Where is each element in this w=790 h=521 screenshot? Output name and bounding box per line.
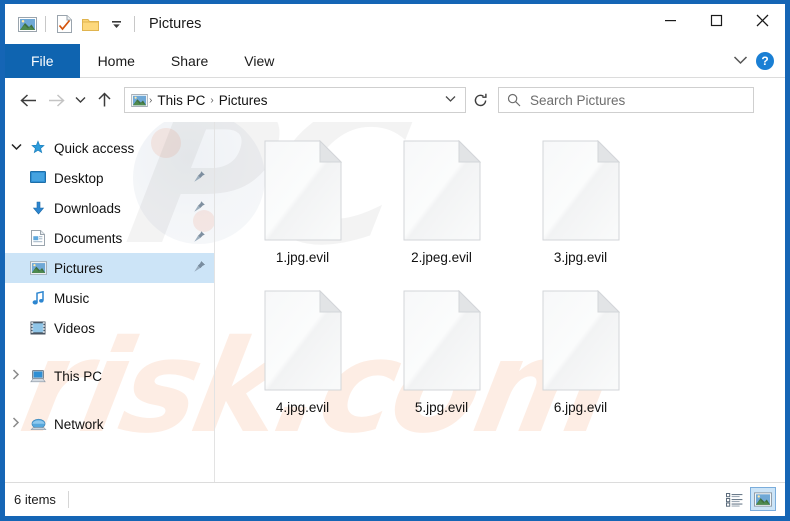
breadcrumb-dropdown-icon[interactable] xyxy=(445,95,461,106)
breadcrumb-item-this-pc[interactable]: This PC xyxy=(153,93,209,108)
minimize-button[interactable] xyxy=(647,4,693,36)
toolbar-divider xyxy=(134,16,135,32)
downloads-icon xyxy=(27,201,49,216)
blank-document-icon xyxy=(264,289,342,391)
refresh-button[interactable] xyxy=(466,87,494,113)
tab-home[interactable]: Home xyxy=(80,46,153,76)
search-placeholder: Search Pictures xyxy=(530,92,626,108)
item-count-label: 6 items xyxy=(14,491,56,507)
sidebar-item-network[interactable]: Network xyxy=(5,409,214,439)
breadcrumb[interactable]: › This PC › Pictures xyxy=(124,87,466,113)
sidebar-group-quick-access[interactable]: Quick access xyxy=(5,133,214,163)
this-pc-icon xyxy=(27,369,49,384)
sidebar-item-label: Documents xyxy=(54,230,123,246)
blank-document-icon xyxy=(403,139,481,241)
sidebar-item-pictures[interactable]: Pictures xyxy=(5,253,214,283)
chevron-right-icon[interactable] xyxy=(5,417,27,431)
file-explorer-window: PC risk.com xyxy=(0,0,790,521)
pin-icon[interactable] xyxy=(193,170,206,186)
file-name: 2.jpeg.evil xyxy=(411,250,472,265)
explorer-body: Quick access Desktop Downloads Documents… xyxy=(5,122,785,482)
sidebar-item-label: Network xyxy=(54,416,104,432)
forward-button[interactable] xyxy=(42,86,70,114)
pin-icon[interactable] xyxy=(193,200,206,216)
tab-file[interactable]: File xyxy=(5,44,80,78)
sidebar-item-documents[interactable]: Documents xyxy=(5,223,214,253)
file-name: 6.jpg.evil xyxy=(553,400,608,415)
desktop-icon xyxy=(27,171,49,185)
documents-icon xyxy=(27,230,49,246)
breadcrumb-item-pictures[interactable]: Pictures xyxy=(215,93,272,108)
tab-view[interactable]: View xyxy=(226,46,292,76)
sidebar-group-label: Quick access xyxy=(54,140,135,156)
navigation-pane: Quick access Desktop Downloads Documents… xyxy=(5,122,215,482)
star-pin-icon xyxy=(27,140,49,156)
network-icon xyxy=(27,417,49,432)
file-name: 1.jpg.evil xyxy=(275,250,330,265)
toolbar-divider xyxy=(45,16,46,32)
blank-document-icon xyxy=(542,289,620,391)
tab-share[interactable]: Share xyxy=(153,46,226,76)
sidebar-item-downloads[interactable]: Downloads xyxy=(5,193,214,223)
details-view-button[interactable] xyxy=(721,487,747,511)
file-item[interactable]: 2.jpeg.evil xyxy=(372,139,511,290)
sidebar-item-label: This PC xyxy=(54,368,103,384)
pin-icon[interactable] xyxy=(193,260,206,276)
file-item[interactable]: 5.jpg.evil xyxy=(372,289,511,440)
sidebar-item-videos[interactable]: Videos xyxy=(5,313,214,343)
sidebar-item-label: Pictures xyxy=(54,260,103,276)
chevron-right-icon[interactable] xyxy=(5,369,27,383)
sidebar-item-label: Music xyxy=(54,290,90,306)
help-icon[interactable]: ? xyxy=(756,51,774,70)
sidebar-item-label: Videos xyxy=(54,320,96,336)
file-item[interactable]: 1.jpg.evil xyxy=(233,139,372,290)
large-icons-view-button[interactable] xyxy=(750,487,776,511)
close-button[interactable] xyxy=(739,4,785,36)
blank-document-icon xyxy=(403,289,481,391)
file-list[interactable]: 1.jpg.evil 2.jpeg.evil 3.jpg.evil 4.jpg.… xyxy=(215,122,785,482)
file-item[interactable]: 6.jpg.evil xyxy=(511,289,650,440)
new-folder-icon[interactable] xyxy=(77,11,103,37)
sidebar-item-this-pc[interactable]: This PC xyxy=(5,361,214,391)
ribbon-controls: ? xyxy=(733,44,785,77)
music-icon xyxy=(27,290,49,306)
address-bar: › This PC › Pictures Search Pictures xyxy=(5,78,785,122)
view-toggle-group xyxy=(721,487,776,511)
videos-icon xyxy=(27,321,49,335)
chevron-down-icon[interactable] xyxy=(733,52,748,70)
properties-icon[interactable] xyxy=(51,11,77,37)
back-button[interactable] xyxy=(14,86,42,114)
recent-locations-button[interactable] xyxy=(70,86,90,114)
file-name: 5.jpg.evil xyxy=(414,400,469,415)
blank-document-icon xyxy=(264,139,342,241)
customize-dropdown-icon[interactable] xyxy=(103,11,129,37)
window-title: Pictures xyxy=(149,16,202,32)
search-icon xyxy=(507,93,521,107)
up-button[interactable] xyxy=(90,86,118,114)
sidebar-item-label: Downloads xyxy=(54,200,121,216)
blank-document-icon xyxy=(542,139,620,241)
pictures-folder-icon[interactable] xyxy=(14,11,40,37)
sidebar-item-music[interactable]: Music xyxy=(5,283,214,313)
file-name: 3.jpg.evil xyxy=(553,250,608,265)
pictures-icon xyxy=(27,261,49,275)
sidebar-item-desktop[interactable]: Desktop xyxy=(5,163,214,193)
breadcrumb-folder-icon xyxy=(131,93,148,107)
file-name: 4.jpg.evil xyxy=(275,400,330,415)
pin-icon[interactable] xyxy=(193,230,206,246)
file-item[interactable]: 3.jpg.evil xyxy=(511,139,650,290)
sidebar-item-label: Desktop xyxy=(54,170,104,186)
maximize-button[interactable] xyxy=(693,4,739,36)
file-item[interactable]: 4.jpg.evil xyxy=(233,289,372,440)
search-input[interactable]: Search Pictures xyxy=(498,87,754,113)
chevron-down-icon[interactable] xyxy=(5,143,27,154)
status-divider xyxy=(67,490,69,508)
quick-access-toolbar xyxy=(5,11,140,37)
status-bar: 6 items xyxy=(5,482,785,515)
title-bar: Pictures xyxy=(5,4,785,44)
ribbon-tab-bar: File Home Share View ? xyxy=(5,44,785,78)
window-controls xyxy=(647,4,785,44)
